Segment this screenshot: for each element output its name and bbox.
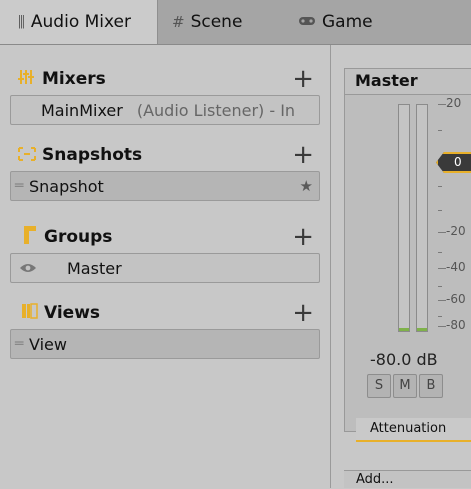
mixer-sliders-icon: ⫼ <box>18 13 25 31</box>
views-title: Views <box>44 303 101 323</box>
eye-icon[interactable] <box>19 259 41 278</box>
tab-game-label: Game <box>322 12 373 32</box>
view-item[interactable]: ═ View <box>10 329 320 359</box>
window-tab-bar: ⫼ Audio Mixer # Scene Game <box>0 0 471 45</box>
scale-tick <box>438 104 446 105</box>
mute-button[interactable]: M <box>393 374 417 398</box>
snapshots-title: Snapshots <box>42 145 143 165</box>
scale-tick <box>438 268 446 269</box>
drag-handle-icon[interactable]: ═ <box>15 336 25 352</box>
meter-floor <box>417 328 427 331</box>
tab-audio-mixer-label: Audio Mixer <box>30 12 132 32</box>
groups-section-header: Groups + <box>0 223 330 251</box>
add-view-button[interactable]: + <box>292 299 314 327</box>
drag-handle-icon[interactable]: ═ <box>15 178 25 194</box>
views-section-header: Views + <box>0 299 330 327</box>
tab-scene[interactable]: # Scene <box>172 0 282 44</box>
mixers-icon <box>18 69 36 89</box>
effect-slot-attenuation[interactable]: Attenuation <box>356 418 471 442</box>
snapshots-section-header: Snapshots + <box>0 141 330 169</box>
views-icon <box>22 303 38 323</box>
scale-tick <box>438 316 442 317</box>
scale-label: 20 <box>446 96 462 110</box>
add-group-button[interactable]: + <box>292 223 314 251</box>
strip-title: Master <box>344 68 471 94</box>
level-readout: -80.0 dB <box>370 350 438 369</box>
mixers-title: Mixers <box>42 69 106 89</box>
tab-scene-label: Scene <box>190 12 243 32</box>
fader-value: 0 <box>454 155 462 169</box>
hash-icon: # <box>172 13 185 31</box>
tab-game[interactable]: Game <box>298 0 408 44</box>
mixer-item-note: (Audio Listener) - In <box>136 100 296 120</box>
level-meter-right <box>416 104 428 332</box>
scale-tick <box>438 232 446 233</box>
scale-tick <box>438 130 442 131</box>
snapshots-icon <box>18 146 36 165</box>
scale-label: -20 <box>446 224 466 238</box>
scale-tick <box>438 326 446 327</box>
tab-audio-mixer[interactable]: ⫼ Audio Mixer <box>0 0 158 44</box>
scale-label: -40 <box>446 260 466 274</box>
scale-tick <box>438 252 442 253</box>
star-icon[interactable]: ★ <box>300 177 313 195</box>
mixer-sidebar: Mixers + MainMixer (Audio Listener) - In… <box>0 45 331 488</box>
gamepad-icon <box>298 13 316 31</box>
add-effect-button[interactable]: Add... <box>344 470 471 488</box>
solo-button[interactable]: S <box>367 374 391 398</box>
scale-tick <box>438 300 446 301</box>
mixers-section-header: Mixers + <box>0 65 330 93</box>
group-item-master[interactable]: Master <box>10 253 320 283</box>
view-item-label: View <box>29 334 67 354</box>
scale-label: -60 <box>446 292 466 306</box>
scale-tick <box>438 210 442 211</box>
snapshot-item-label: Snapshot <box>29 176 104 196</box>
scale-tick <box>438 286 442 287</box>
level-meter-left <box>398 104 410 332</box>
mixer-item-name: MainMixer <box>41 100 123 120</box>
mixer-item-mainmixer[interactable]: MainMixer (Audio Listener) - In <box>10 95 320 125</box>
add-mixer-button[interactable]: + <box>292 65 314 93</box>
scale-label: -80 <box>446 318 466 332</box>
group-item-label: Master <box>67 258 122 278</box>
meter-floor <box>399 328 409 331</box>
scale-tick <box>438 186 442 187</box>
groups-title: Groups <box>44 227 113 247</box>
add-snapshot-button[interactable]: + <box>292 141 314 169</box>
snapshot-item[interactable]: ═ Snapshot ★ <box>10 171 320 201</box>
bypass-button[interactable]: B <box>419 374 443 398</box>
groups-icon <box>24 226 38 248</box>
